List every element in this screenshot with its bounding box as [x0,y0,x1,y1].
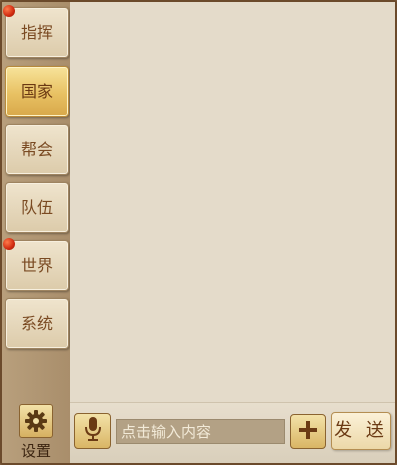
notification-dot [3,5,15,17]
tab-team[interactable]: 队伍 [5,182,69,233]
tab-label: 指挥 [20,23,53,42]
tab-world[interactable]: 世界 [3,238,69,291]
add-attachment-button[interactable] [290,414,326,449]
tab-nation[interactable]: 国家 [5,66,69,117]
tab-label: 国家 [20,82,53,101]
settings-label: 设置 [20,442,51,460]
settings-button[interactable]: 设置 [16,404,56,462]
tab-label: 帮会 [20,140,53,159]
gear-icon [19,404,53,438]
message-input[interactable] [116,419,285,444]
chat-message-area[interactable] [70,2,395,402]
tab-command[interactable]: 指挥 [3,5,69,58]
tab-label: 队伍 [20,198,53,217]
tab-system[interactable]: 系统 [5,298,69,349]
plus-icon [297,419,319,445]
voice-input-button[interactable] [74,413,111,449]
notification-dot [3,238,15,250]
send-button[interactable]: 发 送 [331,412,391,450]
tab-label: 系统 [20,314,53,333]
microphone-icon [84,416,102,446]
tab-label: 世界 [20,256,53,275]
tab-guild[interactable]: 帮会 [5,124,69,175]
